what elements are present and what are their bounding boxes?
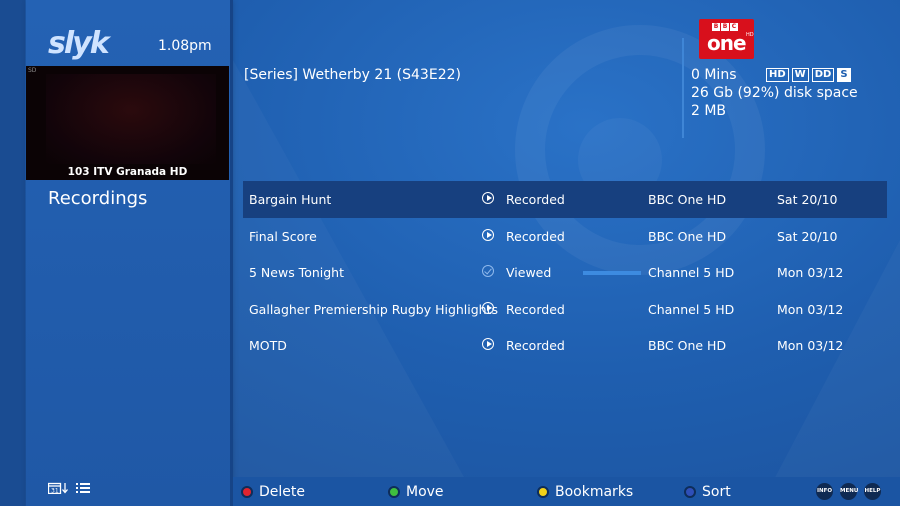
list-item[interactable]: 5 News Tonight Viewed Channel 5 HD Mon 0… <box>243 254 887 291</box>
watch-progress-fill <box>583 271 641 275</box>
list-item[interactable]: Final Score Recorded BBC One HD Sat 20/1… <box>243 218 887 255</box>
recording-title: MOTD <box>249 338 287 353</box>
info-divider <box>682 38 684 138</box>
list-view-icon[interactable] <box>76 482 90 494</box>
recording-status: Viewed <box>506 265 552 280</box>
recording-channel: Channel 5 HD <box>648 265 735 280</box>
sidebar-view-controls: 31 <box>48 482 90 494</box>
live-tv-preview[interactable]: SD 103 ITV Granada HD <box>26 66 229 180</box>
logo-one-text: one <box>707 31 747 55</box>
preview-video <box>46 74 216 164</box>
recording-size: 2 MB <box>691 103 727 119</box>
preview-corner-tag: SD <box>28 67 37 74</box>
calendar-sort-icon[interactable]: 31 <box>48 482 70 494</box>
sort-button[interactable]: Sort <box>684 484 731 500</box>
recording-title: Final Score <box>249 228 317 244</box>
watch-progress-bar <box>583 271 641 275</box>
left-edge-strip <box>0 0 25 506</box>
bbc-one-hd-logo: B B C one HD <box>699 19 754 59</box>
bbc-blocks: B B C <box>712 23 738 31</box>
format-badges: HD W DD S <box>766 68 851 82</box>
move-label: Move <box>406 484 444 500</box>
list-item[interactable]: Bargain Hunt Recorded BBC One HD Sat 20/… <box>243 181 887 218</box>
hd-badge: HD <box>766 68 789 82</box>
footer-bar: Delete Move Bookmarks Sort INFO MENU HEL… <box>233 477 900 506</box>
bookmarks-button[interactable]: Bookmarks <box>537 484 633 500</box>
preview-channel-caption: 103 ITV Granada HD <box>67 166 188 178</box>
logo-hd-text: HD <box>746 32 754 38</box>
info-button[interactable]: INFO <box>816 483 833 500</box>
check-icon <box>482 265 494 277</box>
recording-status: Recorded <box>506 192 565 207</box>
dolby-digital-badge: DD <box>811 68 835 82</box>
play-icon <box>482 192 494 204</box>
play-icon <box>482 338 494 350</box>
recording-title: Bargain Hunt <box>249 192 332 207</box>
recording-status: Recorded <box>506 228 565 244</box>
recording-title: 5 News Tonight <box>249 265 344 280</box>
recording-date: Mon 03/12 <box>777 301 844 317</box>
disk-space: 26 Gb (92%) disk space <box>691 85 858 101</box>
svg-text:31: 31 <box>51 488 59 495</box>
bbc-block-b2: B <box>721 23 729 31</box>
recording-series-title: [Series] Wetherby 21 (S43E22) <box>244 67 461 83</box>
move-button[interactable]: Move <box>388 484 444 500</box>
bbc-block-c: C <box>730 23 738 31</box>
recording-channel: Channel 5 HD <box>648 301 735 317</box>
recording-status: Recorded <box>506 338 565 353</box>
widescreen-badge: W <box>791 68 809 82</box>
green-key-icon <box>388 486 400 498</box>
recording-channel: BBC One HD <box>648 338 727 353</box>
recording-status: Recorded <box>506 301 565 317</box>
recording-date: Sat 20/10 <box>777 228 838 244</box>
recording-date: Mon 03/12 <box>777 338 844 353</box>
recording-channel: BBC One HD <box>648 192 727 207</box>
sidebar-divider <box>230 0 233 506</box>
subtitles-badge: S <box>837 68 851 82</box>
recording-date: Mon 03/12 <box>777 265 844 280</box>
recording-date: Sat 20/10 <box>777 192 838 207</box>
delete-label: Delete <box>259 484 305 500</box>
sort-label: Sort <box>702 484 731 500</box>
list-item[interactable]: Gallagher Premiership Rugby Highlights R… <box>243 291 887 328</box>
section-title: Recordings <box>48 188 148 209</box>
recordings-list: Bargain Hunt Recorded BBC One HD Sat 20/… <box>243 181 887 364</box>
bookmarks-label: Bookmarks <box>555 484 634 500</box>
play-icon <box>482 228 494 241</box>
list-item[interactable]: MOTD Recorded BBC One HD Mon 03/12 <box>243 327 887 364</box>
menu-button[interactable]: MENU <box>840 483 858 500</box>
yellow-key-icon <box>537 486 549 498</box>
bbc-block-b1: B <box>712 23 720 31</box>
clock: 1.08pm <box>158 38 212 54</box>
slyk-logo: slyk <box>48 26 110 61</box>
blue-key-icon <box>684 486 696 498</box>
recording-title: Gallagher Premiership Rugby Highlights <box>249 301 499 317</box>
play-icon <box>482 301 494 314</box>
recording-channel: BBC One HD <box>648 228 727 244</box>
help-button[interactable]: HELP <box>864 483 881 500</box>
delete-button[interactable]: Delete <box>241 484 305 500</box>
red-key-icon <box>241 486 253 498</box>
